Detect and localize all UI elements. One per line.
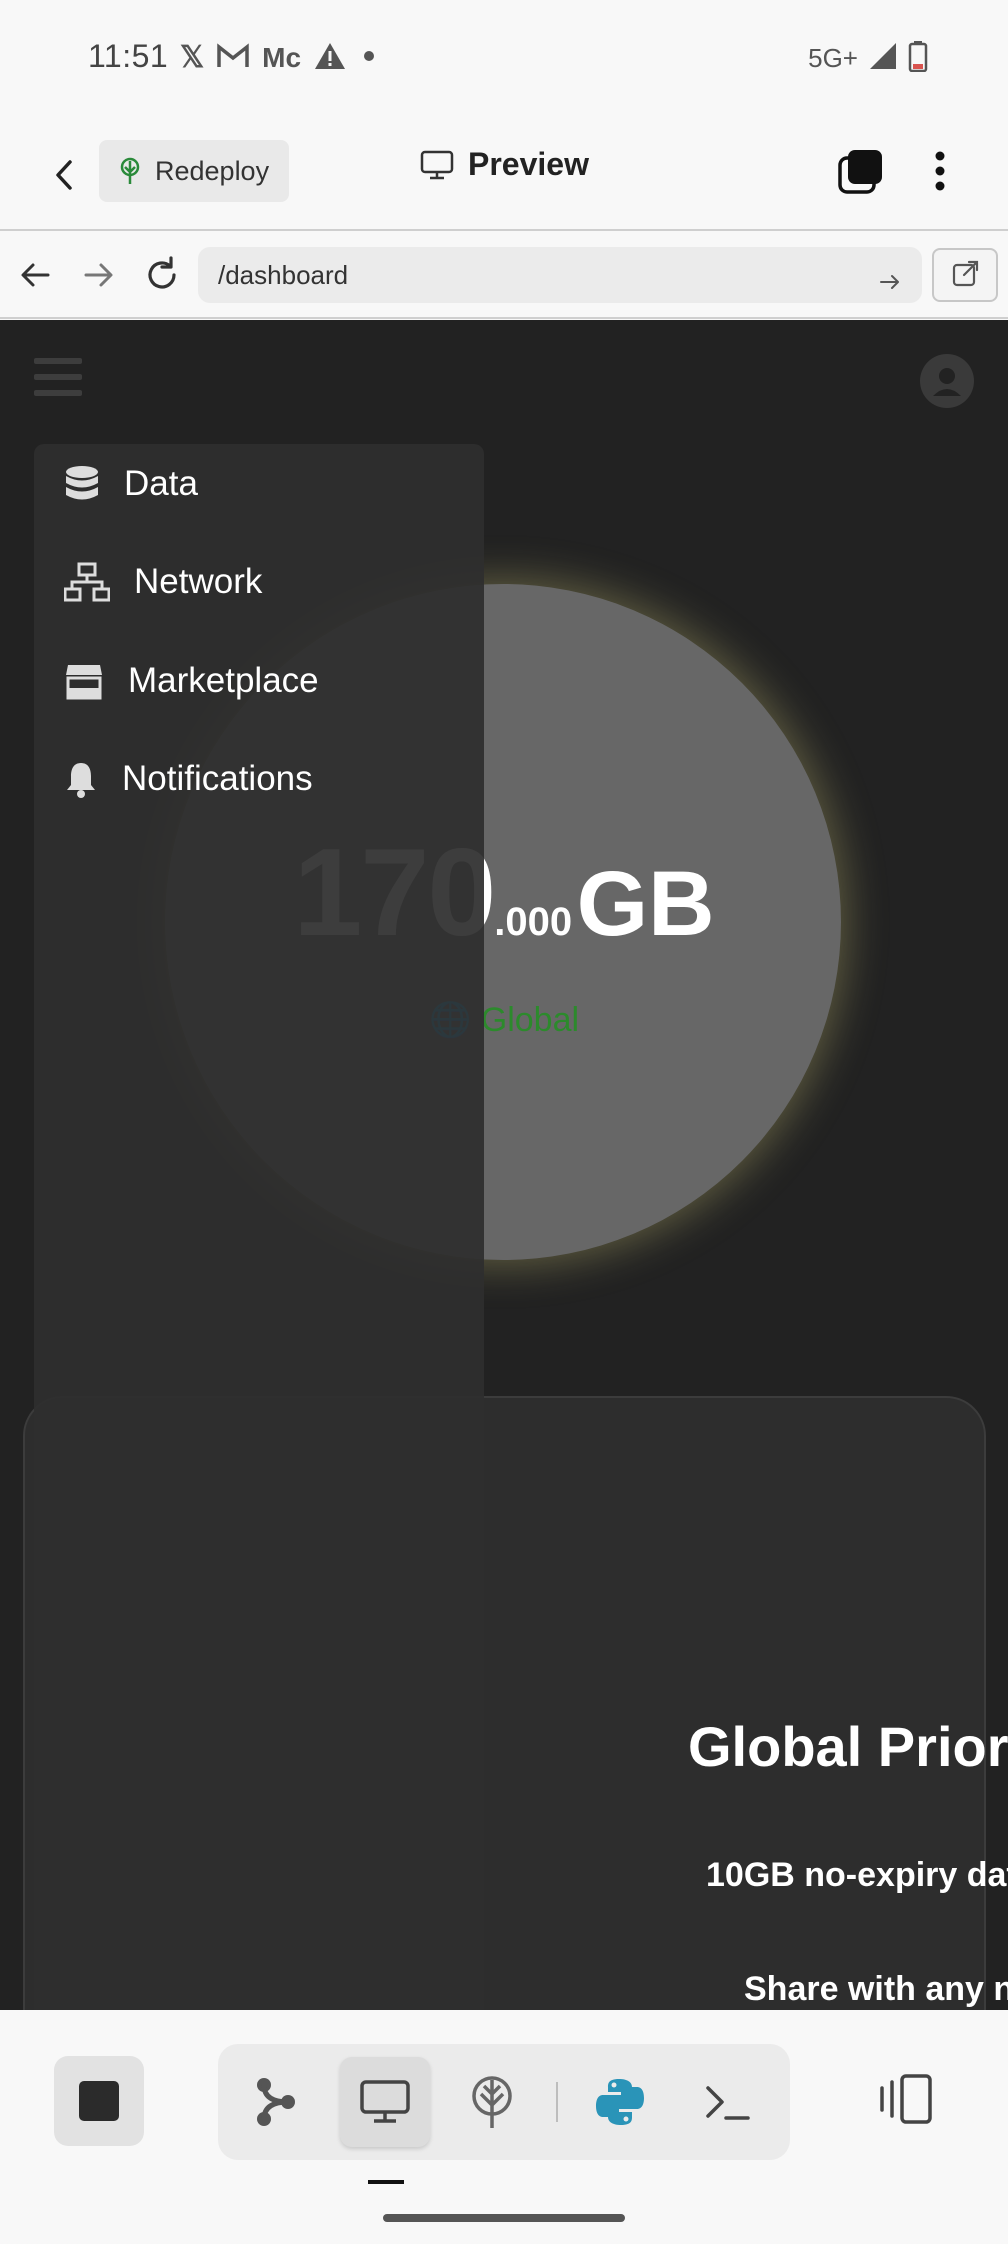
user-icon	[933, 368, 961, 396]
tabs-button[interactable]	[836, 146, 886, 196]
notification-icons: 𝕏 Mc	[180, 40, 379, 76]
arrow-right-icon	[84, 263, 113, 287]
warning-icon	[313, 41, 347, 76]
more-options-button[interactable]	[920, 146, 960, 196]
store-icon	[66, 665, 102, 700]
redeploy-button[interactable]: Redeploy	[99, 140, 289, 202]
battery-icon	[908, 40, 928, 77]
tabs-icon	[838, 150, 882, 194]
x-icon: 𝕏	[180, 41, 205, 74]
status-time: 11:51	[88, 38, 169, 74]
preview-tab[interactable]: Preview	[420, 146, 589, 183]
bell-icon	[67, 763, 95, 798]
side-drawer: Data Network Marketplace Notifications	[34, 444, 484, 2010]
drawer-item-marketplace[interactable]: Marketplace	[64, 661, 319, 701]
drawer-label-network: Network	[134, 562, 263, 601]
drawer-label-marketplace: Marketplace	[128, 661, 319, 700]
python-button[interactable]	[584, 2066, 656, 2138]
share-graph-button[interactable]	[240, 2066, 312, 2138]
drawer-item-notifications[interactable]: Notifications	[64, 759, 313, 799]
active-indicator	[368, 2180, 404, 2184]
terminal-icon	[706, 2086, 750, 2120]
split-view-button[interactable]	[874, 2068, 938, 2132]
url-text: /dashboard	[218, 260, 349, 290]
region-text: Global	[480, 1001, 580, 1039]
stop-button[interactable]	[54, 2056, 144, 2146]
app-toolbar: Redeploy Preview	[0, 120, 1008, 230]
preview-tool-button[interactable]	[340, 2057, 430, 2147]
browser-back-button[interactable]	[14, 253, 58, 297]
reload-icon	[148, 256, 176, 289]
split-view-icon	[880, 2074, 932, 2124]
bottom-toolbar	[0, 2010, 1008, 2244]
chevron-left-icon	[56, 160, 72, 190]
amount-unit: GB	[576, 853, 715, 955]
monitor-icon	[420, 150, 454, 179]
menu-icon[interactable]	[34, 358, 82, 402]
plan-feature-2: Share with any n	[744, 1970, 1008, 2008]
gmail-icon	[216, 42, 250, 75]
python-icon	[596, 2079, 644, 2125]
plan-feature-1: 10GB no-expiry dat	[706, 1856, 1008, 1894]
terminal-button[interactable]	[692, 2066, 764, 2138]
external-link-icon	[952, 260, 979, 287]
deploy-tree-icon	[120, 157, 140, 184]
status-right: 5G+	[808, 40, 928, 77]
back-button[interactable]	[40, 150, 90, 200]
stop-icon	[79, 2081, 119, 2121]
more-vertical-icon	[935, 151, 945, 191]
go-arrow-icon[interactable]	[876, 259, 904, 315]
monitor-icon	[360, 2080, 410, 2123]
redeploy-label: Redeploy	[155, 155, 270, 186]
plan-title: Global Priori	[688, 1715, 1008, 1778]
network-label: 5G+	[808, 43, 858, 73]
drawer-item-data[interactable]: Data	[64, 464, 198, 504]
browser-forward-button[interactable]	[76, 253, 120, 297]
url-input[interactable]: /dashboard	[198, 247, 922, 303]
url-bar: /dashboard	[0, 229, 1008, 319]
deploy-button[interactable]	[456, 2066, 528, 2138]
web-viewport: 170.000 GB 🌐 Global Global Priori 10GB n…	[0, 320, 1008, 2010]
dot-icon	[359, 46, 379, 71]
avatar[interactable]	[920, 354, 974, 408]
toolbar-divider	[556, 2082, 558, 2122]
amount-decimals: .000	[494, 900, 573, 944]
mc-app-icon: Mc	[262, 42, 302, 73]
status-bar: 11:51 𝕏 Mc 5G+	[0, 0, 1008, 120]
network-icon	[64, 562, 110, 602]
drawer-label-data: Data	[124, 464, 198, 503]
deploy-icon	[472, 2076, 512, 2128]
open-external-button[interactable]	[932, 248, 998, 302]
preview-label: Preview	[468, 146, 589, 182]
drawer-item-network[interactable]: Network	[64, 562, 262, 602]
home-gesture-bar[interactable]	[383, 2214, 625, 2222]
drawer-label-notifications: Notifications	[122, 759, 313, 798]
database-icon	[66, 466, 98, 500]
reload-button[interactable]	[140, 253, 184, 297]
tool-group	[218, 2044, 790, 2160]
share-graph-icon	[257, 2078, 295, 2126]
arrow-left-icon	[21, 263, 50, 287]
signal-icon	[868, 41, 898, 76]
